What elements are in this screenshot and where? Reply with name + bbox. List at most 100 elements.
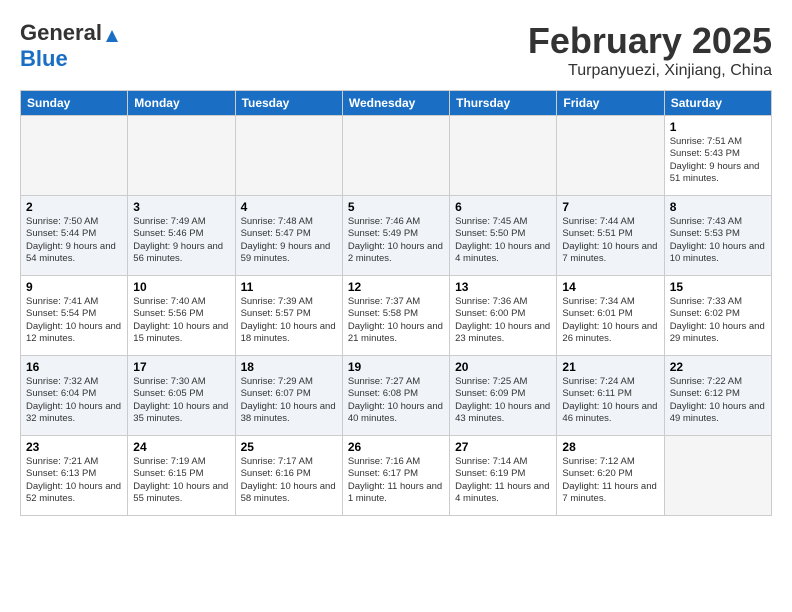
table-row: 15 Sunrise: 7:33 AMSunset: 6:02 PMDayligh… (664, 276, 771, 356)
calendar-table: Sunday Monday Tuesday Wednesday Thursday… (20, 90, 772, 516)
day-info: Sunrise: 7:40 AMSunset: 5:56 PMDaylight:… (133, 296, 229, 345)
header-thursday: Thursday (450, 91, 557, 116)
day-number: 3 (133, 200, 229, 214)
day-number: 11 (241, 280, 337, 294)
table-row: 4 Sunrise: 7:48 AMSunset: 5:47 PMDaylight… (235, 196, 342, 276)
table-row: 18 Sunrise: 7:29 AMSunset: 6:07 PMDayligh… (235, 356, 342, 436)
day-info: Sunrise: 7:21 AMSunset: 6:13 PMDaylight:… (26, 456, 122, 505)
day-number: 16 (26, 360, 122, 374)
header-monday: Monday (128, 91, 235, 116)
day-number: 10 (133, 280, 229, 294)
day-number: 23 (26, 440, 122, 454)
day-info: Sunrise: 7:34 AMSunset: 6:01 PMDaylight:… (562, 296, 658, 345)
day-info: Sunrise: 7:51 AMSunset: 5:43 PMDaylight:… (670, 136, 766, 185)
calendar-week-row: 2 Sunrise: 7:50 AMSunset: 5:44 PMDaylight… (21, 196, 772, 276)
table-row: 2 Sunrise: 7:50 AMSunset: 5:44 PMDaylight… (21, 196, 128, 276)
logo-blue: Blue (20, 46, 68, 71)
table-row: 25 Sunrise: 7:17 AMSunset: 6:16 PMDayligh… (235, 436, 342, 516)
table-row: 12Sunrise: 7:37 AMSunset: 5:58 PMDayligh… (342, 276, 449, 356)
day-number: 19 (348, 360, 444, 374)
day-info: Sunrise: 7:43 AMSunset: 5:53 PMDaylight:… (670, 216, 766, 265)
day-number: 28 (562, 440, 658, 454)
day-number: 15 (670, 280, 766, 294)
header-saturday: Saturday (664, 91, 771, 116)
table-row: 3 Sunrise: 7:49 AMSunset: 5:46 PMDaylight… (128, 196, 235, 276)
day-number: 1 (670, 120, 766, 134)
day-info: Sunrise: 7:44 AMSunset: 5:51 PMDaylight:… (562, 216, 658, 265)
location: Turpanyuezi, Xinjiang, China (528, 62, 772, 80)
header-wednesday: Wednesday (342, 91, 449, 116)
table-row: 22 Sunrise: 7:22 AMSunset: 6:12 PMDayligh… (664, 356, 771, 436)
table-row: 17 Sunrise: 7:30 AMSunset: 6:05 PMDayligh… (128, 356, 235, 436)
day-number: 5 (348, 200, 444, 214)
day-number: 26 (348, 440, 444, 454)
calendar-week-row: 16 Sunrise: 7:32 AMSunset: 6:04 PMDayligh… (21, 356, 772, 436)
table-row: 16 Sunrise: 7:32 AMSunset: 6:04 PMDayligh… (21, 356, 128, 436)
day-number: 7 (562, 200, 658, 214)
table-row (557, 116, 664, 196)
day-info: Sunrise: 7:48 AMSunset: 5:47 PMDaylight:… (241, 216, 337, 265)
table-row: 23 Sunrise: 7:21 AMSunset: 6:13 PMDayligh… (21, 436, 128, 516)
table-row: 1 Sunrise: 7:51 AMSunset: 5:43 PMDaylight… (664, 116, 771, 196)
day-number: 25 (241, 440, 337, 454)
day-number: 17 (133, 360, 229, 374)
day-info: Sunrise: 7:50 AMSunset: 5:44 PMDaylight:… (26, 216, 122, 265)
table-row: 24 Sunrise: 7:19 AMSunset: 6:15 PMDayligh… (128, 436, 235, 516)
day-info: Sunrise: 7:37 AMSunset: 5:58 PMDaylight:… (348, 296, 444, 345)
day-number: 21 (562, 360, 658, 374)
title-area: February 2025 Turpanyuezi, Xinjiang, Chi… (528, 20, 772, 80)
day-number: 18 (241, 360, 337, 374)
day-info: Sunrise: 7:12 AMSunset: 6:20 PMDaylight:… (562, 456, 658, 505)
day-info: Sunrise: 7:41 AMSunset: 5:54 PMDaylight:… (26, 296, 122, 345)
table-row: 9 Sunrise: 7:41 AMSunset: 5:54 PMDaylight… (21, 276, 128, 356)
table-row (664, 436, 771, 516)
table-row: 13 Sunrise: 7:36 AMSunset: 6:00 PMDayligh… (450, 276, 557, 356)
day-info: Sunrise: 7:22 AMSunset: 6:12 PMDaylight:… (670, 376, 766, 425)
day-info: Sunrise: 7:17 AMSunset: 6:16 PMDaylight:… (241, 456, 337, 505)
day-number: 2 (26, 200, 122, 214)
table-row (128, 116, 235, 196)
table-row: 20Sunrise: 7:25 AMSunset: 6:09 PMDayligh… (450, 356, 557, 436)
header-sunday: Sunday (21, 91, 128, 116)
table-row (342, 116, 449, 196)
header-tuesday: Tuesday (235, 91, 342, 116)
day-number: 13 (455, 280, 551, 294)
day-info: Sunrise: 7:49 AMSunset: 5:46 PMDaylight:… (133, 216, 229, 265)
day-number: 14 (562, 280, 658, 294)
day-info: Sunrise: 7:27 AMSunset: 6:08 PMDaylight:… (348, 376, 444, 425)
day-info: Sunrise: 7:39 AMSunset: 5:57 PMDaylight:… (241, 296, 337, 345)
day-info: Sunrise: 7:24 AMSunset: 6:11 PMDaylight:… (562, 376, 658, 425)
day-info: Sunrise: 7:33 AMSunset: 6:02 PMDaylight:… (670, 296, 766, 345)
day-number: 27 (455, 440, 551, 454)
day-number: 9 (26, 280, 122, 294)
month-title: February 2025 (528, 20, 772, 62)
table-row (21, 116, 128, 196)
day-info: Sunrise: 7:30 AMSunset: 6:05 PMDaylight:… (133, 376, 229, 425)
table-row: 5 Sunrise: 7:46 AMSunset: 5:49 PMDaylight… (342, 196, 449, 276)
day-number: 22 (670, 360, 766, 374)
calendar-week-row: 1 Sunrise: 7:51 AMSunset: 5:43 PMDaylight… (21, 116, 772, 196)
table-row: 26Sunrise: 7:16 AMSunset: 6:17 PMDayligh… (342, 436, 449, 516)
logo-general: General (20, 20, 102, 45)
table-row: 27Sunrise: 7:14 AMSunset: 6:19 PMDayligh… (450, 436, 557, 516)
day-info: Sunrise: 7:32 AMSunset: 6:04 PMDaylight:… (26, 376, 122, 425)
day-number: 6 (455, 200, 551, 214)
table-row: 28 Sunrise: 7:12 AMSunset: 6:20 PMDayligh… (557, 436, 664, 516)
day-number: 8 (670, 200, 766, 214)
day-info: Sunrise: 7:46 AMSunset: 5:49 PMDaylight:… (348, 216, 444, 265)
day-info: Sunrise: 7:45 AMSunset: 5:50 PMDaylight:… (455, 216, 551, 265)
page-header: General Blue February 2025 Turpanyuezi, … (20, 20, 772, 80)
day-info: Sunrise: 7:29 AMSunset: 6:07 PMDaylight:… (241, 376, 337, 425)
table-row: 7 Sunrise: 7:44 AMSunset: 5:51 PMDaylight… (557, 196, 664, 276)
day-info: Sunrise: 7:19 AMSunset: 6:15 PMDaylight:… (133, 456, 229, 505)
day-number: 4 (241, 200, 337, 214)
day-number: 24 (133, 440, 229, 454)
table-row: 14 Sunrise: 7:34 AMSunset: 6:01 PMDayligh… (557, 276, 664, 356)
table-row: 8 Sunrise: 7:43 AMSunset: 5:53 PMDaylight… (664, 196, 771, 276)
header-friday: Friday (557, 91, 664, 116)
table-row: 6 Sunrise: 7:45 AMSunset: 5:50 PMDaylight… (450, 196, 557, 276)
table-row (450, 116, 557, 196)
table-row (235, 116, 342, 196)
day-info: Sunrise: 7:36 AMSunset: 6:00 PMDaylight:… (455, 296, 551, 345)
day-number: 20 (455, 360, 551, 374)
